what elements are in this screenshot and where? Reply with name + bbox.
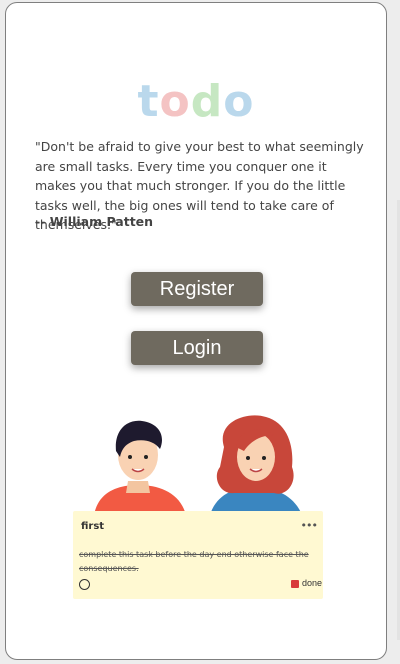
logo-letter-d: d xyxy=(190,76,224,127)
note-text: complete this task before the day end ot… xyxy=(79,550,309,573)
done-label: done xyxy=(302,578,323,588)
todo-logo: todo xyxy=(6,77,386,127)
radio-circle-icon[interactable] xyxy=(79,579,90,590)
logo-letter-o2: o xyxy=(223,76,255,127)
logo-letter-t: t xyxy=(137,76,160,127)
login-button[interactable]: Login xyxy=(131,331,263,365)
note-title: first xyxy=(81,521,105,532)
logo-letter-o: o xyxy=(159,76,191,127)
quote-author: -- William Patten xyxy=(35,214,154,229)
woman-figure xyxy=(210,415,302,515)
people-illustration xyxy=(94,415,302,515)
register-button[interactable]: Register xyxy=(131,272,263,306)
app-frame: todo "Don't be afraid to give your best … xyxy=(5,2,387,660)
ellipsis-icon[interactable]: ••• xyxy=(301,519,318,532)
done-checkbox[interactable] xyxy=(291,580,299,588)
man-figure xyxy=(94,420,186,515)
sample-note-card: first ••• complete this task before the … xyxy=(73,511,323,599)
